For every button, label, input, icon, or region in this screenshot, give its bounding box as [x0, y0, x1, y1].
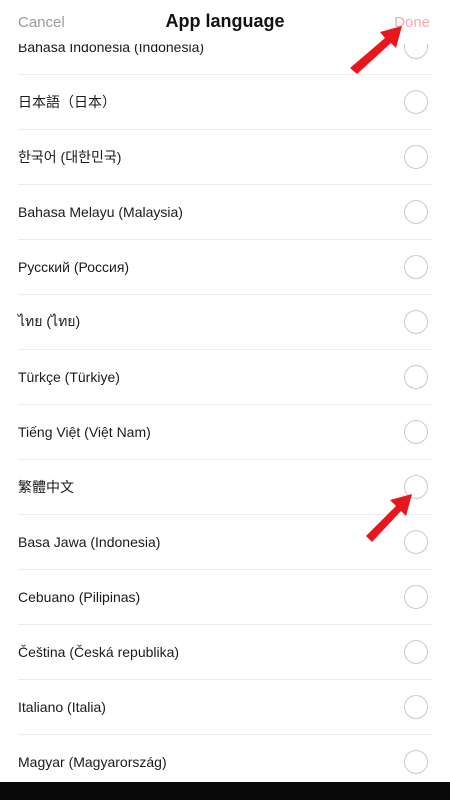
language-option[interactable]: Türkçe (Türkiye) — [18, 350, 432, 405]
language-label: Türkçe (Türkiye) — [18, 369, 120, 385]
language-list: Bahasa Indonesia (Indonesia) 日本語（日本） 한국어 (… — [0, 20, 450, 782]
language-option[interactable]: Cebuano (Pilipinas) — [18, 570, 432, 625]
language-label: ไทย (ไทย) — [18, 313, 81, 329]
arrow-shape — [350, 26, 402, 74]
language-label: Basa Jawa (Indonesia) — [18, 534, 161, 550]
home-indicator-bar — [0, 782, 450, 800]
language-label: 繁體中文 — [18, 479, 74, 495]
language-option[interactable]: ไทย (ไทย) — [18, 295, 432, 350]
language-label: Tiếng Việt (Việt Nam) — [18, 424, 151, 440]
radio-unselected-icon[interactable] — [404, 255, 428, 279]
language-label: Italiano (Italia) — [18, 699, 106, 715]
language-label: 日本語（日本） — [18, 94, 116, 110]
radio-unselected-icon[interactable] — [404, 585, 428, 609]
language-option[interactable]: Bahasa Melayu (Malaysia) — [18, 185, 432, 240]
red-arrow-icon — [366, 494, 412, 542]
language-option[interactable]: 日本語（日本） — [18, 75, 432, 130]
language-option[interactable]: Русский (Россия) — [18, 240, 432, 295]
language-label: Cebuano (Pilipinas) — [18, 589, 141, 605]
radio-unselected-icon[interactable] — [404, 310, 428, 334]
red-arrow-icon — [350, 26, 402, 74]
radio-unselected-icon[interactable] — [404, 640, 428, 664]
language-label: Русский (Россия) — [18, 259, 130, 275]
language-label: Čeština (Česká republika) — [18, 644, 180, 660]
language-option[interactable]: Magyar (Magyarország) — [18, 735, 432, 782]
language-option[interactable]: 한국어 (대한민국) — [18, 130, 432, 185]
radio-unselected-icon[interactable] — [404, 750, 428, 774]
radio-unselected-icon[interactable] — [404, 695, 428, 719]
radio-unselected-icon[interactable] — [404, 420, 428, 444]
language-label: 한국어 (대한민국) — [18, 149, 122, 165]
language-option[interactable]: Italiano (Italia) — [18, 680, 432, 735]
radio-unselected-icon[interactable] — [404, 145, 428, 169]
radio-unselected-icon[interactable] — [404, 365, 428, 389]
language-option[interactable]: Tiếng Việt (Việt Nam) — [18, 405, 432, 460]
arrow-shape — [366, 494, 412, 542]
radio-unselected-icon[interactable] — [404, 200, 428, 224]
language-label: Bahasa Melayu (Malaysia) — [18, 204, 183, 220]
radio-unselected-icon[interactable] — [404, 90, 428, 114]
language-option[interactable]: Čeština (Česká republika) — [18, 625, 432, 680]
language-label: Magyar (Magyarország) — [18, 754, 167, 770]
